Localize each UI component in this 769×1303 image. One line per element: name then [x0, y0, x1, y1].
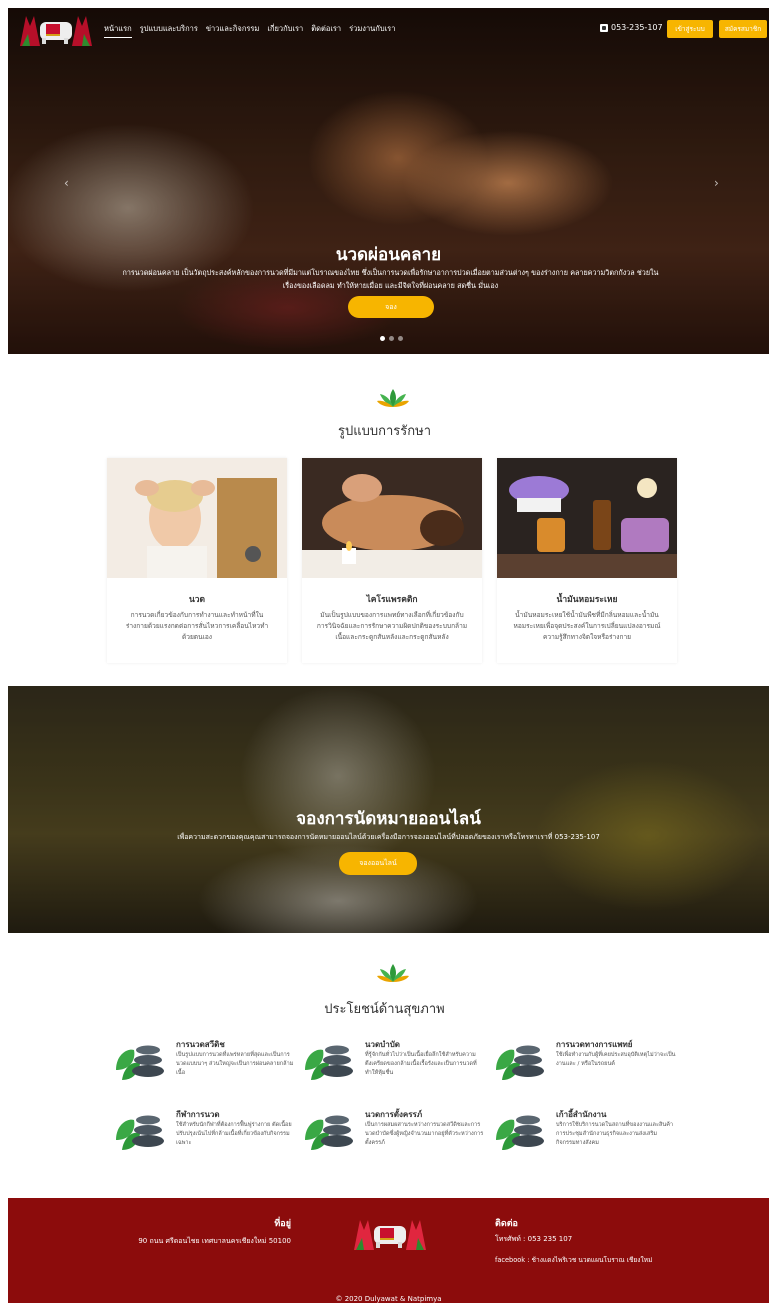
benefit-item: กีฬาการนวด ใช้สำหรับนักกีฬาที่ต้องการฟื้…: [114, 1108, 294, 1168]
booking-description: เพื่อความสะดวกของคุณคุณสามารถจองการนัดหม…: [177, 833, 600, 841]
lotus-icon: [377, 389, 409, 407]
treatment-card-desc: มันเป็นรูปแบบของการแพทย์ทางเลือกที่เกี่ย…: [316, 611, 468, 641]
booking-banner: จองการนัดหมายออนไลน์ เพื่อความสะดวกของคุ…: [8, 686, 769, 933]
massage-image: [107, 458, 287, 578]
benefit-item: เก้าอี้สำนักงาน บริการใช้บริการนวดในสถาน…: [494, 1108, 674, 1168]
hero-description: การนวดผ่อนคลาย เป็นวัตถุประสงค์หลักของกา…: [122, 268, 659, 290]
footer-address: 90 ถนน ศรีดอนไชย เทศบาลนครเชียงใหม่ 5010…: [138, 1237, 291, 1245]
hero-title: นวดผ่อนคลาย: [335, 245, 442, 265]
treatment-card-desc: การนวดเกี่ยวข้องกับการทำงานและทำหน้าที่ใ…: [125, 611, 269, 641]
benefit-title: เก้าอี้สำนักงาน: [556, 1110, 607, 1119]
header-phone: 053-235-107: [600, 23, 663, 32]
benefit-desc: ใช้สำหรับนักกีฬาที่ต้องการฟื้นฟูร่างกาย …: [176, 1122, 292, 1146]
carousel-dot[interactable]: [398, 336, 403, 341]
spa-stones-icon: [305, 1115, 353, 1150]
benefits-title: ประโยชน์ด้านสุขภาพ: [324, 1002, 445, 1017]
treatment-card-title: ไคโรแพรคติก: [366, 595, 418, 605]
benefit-desc: เป็นรูปแบบการนวดที่แพร่หลายที่สุดและเป็น…: [176, 1052, 294, 1076]
chiropractic-image: [302, 458, 482, 578]
aroma-oil-image: [497, 458, 677, 578]
benefit-desc: ที่รู้จักกันทั่วไปว่าเป็นเนื้อเยื่อลึกใช…: [365, 1052, 477, 1076]
benefit-title: กีฬาการนวด: [176, 1110, 220, 1119]
nav-item-about[interactable]: เกี่ยวกับเรา: [267, 23, 303, 38]
treatment-card-title: นวด: [188, 595, 206, 605]
footer-logo[interactable]: [350, 1216, 430, 1252]
benefit-title: การนวดทางการแพทย์: [556, 1040, 633, 1049]
header-phone-number: 053-235-107: [611, 23, 663, 32]
benefit-title: การนวดสวีดิช: [176, 1040, 225, 1049]
spa-stones-icon: [496, 1045, 544, 1080]
nav-item-news[interactable]: ข่าวและกิจกรรม: [206, 23, 260, 38]
carousel-dot[interactable]: [389, 336, 394, 341]
nav-item-contact[interactable]: ติดต่อเรา: [311, 23, 341, 38]
hero-book-button[interactable]: จอง: [348, 296, 434, 318]
main-nav: หน้าแรก รูปแบบและบริการ ข่าวและกิจกรรม เ…: [104, 23, 395, 38]
carousel-dot[interactable]: [380, 336, 385, 341]
spa-stones-icon: [496, 1115, 544, 1150]
benefit-desc: บริการใช้บริการนวดในสถานที่ของงานและสินค…: [556, 1122, 674, 1146]
login-button[interactable]: เข้าสู่ระบบ: [667, 20, 713, 38]
benefit-desc: ใช้เพื่อทำงานกับผู้ที่เคยประสบอุบัติเหตุ…: [556, 1052, 676, 1067]
hero-carousel: หน้าแรก รูปแบบและบริการ ข่าวและกิจกรรม เ…: [8, 8, 769, 354]
nav-item-careers[interactable]: ร่วมงานกับเรา: [349, 23, 395, 38]
treatment-card-title: น้ำมันหอมระเหย: [556, 595, 618, 605]
benefit-item: นวดบำบัด ที่รู้จักกันทั่วไปว่าเป็นเนื้อเ…: [303, 1038, 483, 1098]
nav-item-home[interactable]: หน้าแรก: [104, 23, 132, 38]
benefit-title: นวดบำบัด: [365, 1040, 400, 1049]
carousel-indicators: [380, 336, 403, 341]
site-logo[interactable]: [16, 12, 96, 48]
benefit-desc: เป็นการผสมผสานระหว่างการนวดสวีดิชและการน…: [365, 1122, 484, 1146]
footer-phone: โทรศัพท์ : 053 235 107: [495, 1235, 573, 1243]
carousel-next-icon[interactable]: ›: [714, 176, 719, 190]
treatment-card-desc: น้ำมันหอมระเหยใช้น้ำมันพืชที่มีกลิ่นหอมแ…: [513, 611, 661, 641]
lotus-icon: [377, 964, 409, 982]
register-button[interactable]: สมัครสมาชิก: [719, 20, 767, 38]
booking-title: จองการนัดหมายออนไลน์: [296, 809, 481, 829]
copyright: © 2020 Dulyawat & Natpimya: [335, 1295, 442, 1303]
treatments-title: รูปแบบการรักษา: [338, 424, 431, 439]
spa-stones-icon: [116, 1115, 164, 1150]
benefit-title: นวดการตั้งครรภ์: [365, 1110, 423, 1119]
treatment-card[interactable]: ไคโรแพรคติก มันเป็นรูปแบบของการแพทย์ทางเ…: [302, 458, 482, 663]
treatment-card[interactable]: น้ำมันหอมระเหย น้ำมันหอมระเหยใช้น้ำมันพื…: [497, 458, 677, 663]
footer-facebook-link[interactable]: facebook : ช้างแดงไพริเวช นวดแผนโบราณ เช…: [495, 1255, 675, 1266]
site-footer: ที่อยู่ 90 ถนน ศรีดอนไชย เทศบาลนครเชียงใ…: [8, 1198, 769, 1303]
footer-address-title: ที่อยู่: [274, 1219, 291, 1229]
benefit-item: นวดการตั้งครรภ์ เป็นการผสมผสานระหว่างการ…: [303, 1108, 483, 1168]
phone-icon: [600, 23, 608, 32]
spa-stones-icon: [305, 1045, 353, 1080]
nav-item-services[interactable]: รูปแบบและบริการ: [140, 23, 198, 38]
benefit-item: การนวดทางการแพทย์ ใช้เพื่อทำงานกับผู้ที่…: [494, 1038, 676, 1098]
footer-contact-title: ติดต่อ: [495, 1219, 518, 1229]
treatment-card[interactable]: นวด การนวดเกี่ยวข้องกับการทำงานและทำหน้า…: [107, 458, 287, 663]
carousel-prev-icon[interactable]: ‹: [64, 176, 69, 190]
benefit-item: การนวดสวีดิช เป็นรูปแบบการนวดที่แพร่หลาย…: [114, 1038, 294, 1098]
book-online-button[interactable]: จองออนไลน์: [339, 852, 417, 875]
spa-stones-icon: [116, 1045, 164, 1080]
